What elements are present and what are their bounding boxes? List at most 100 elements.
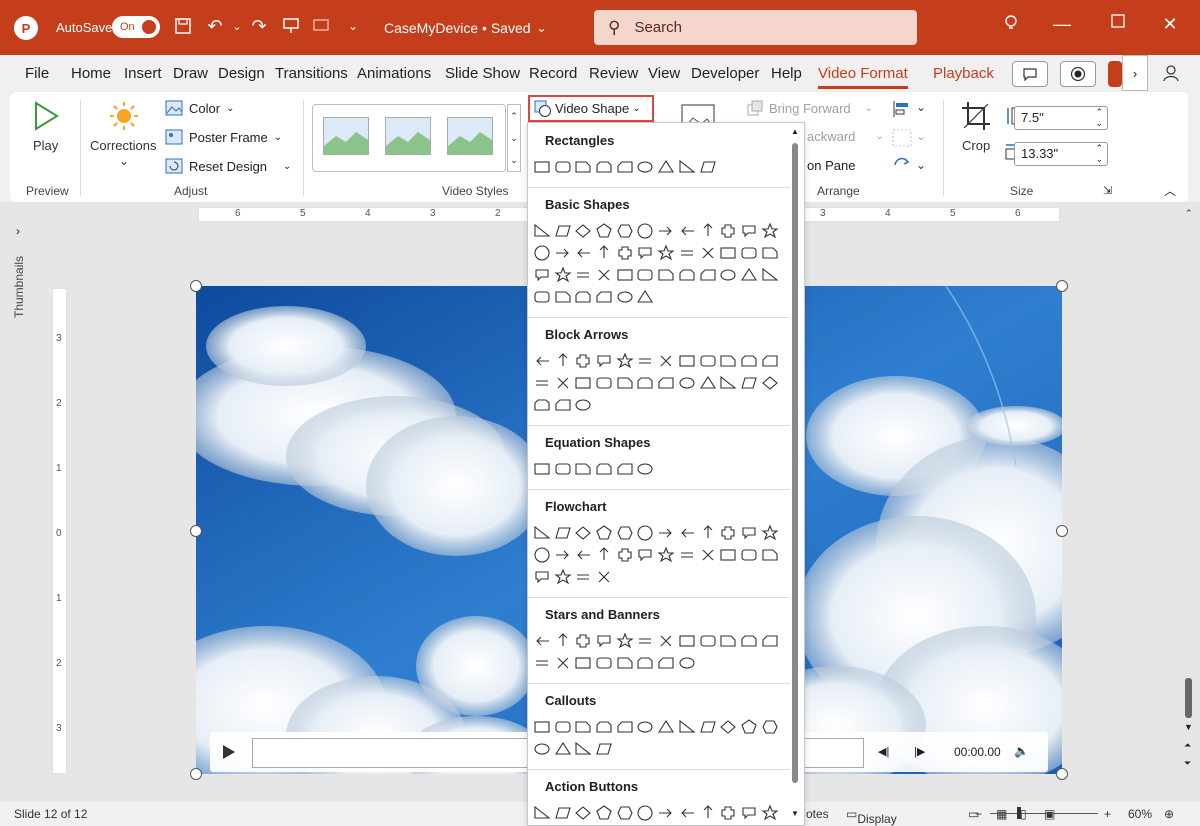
color-button[interactable]: Color ⌄	[165, 100, 234, 116]
record-icon[interactable]	[1060, 61, 1096, 87]
shape-option[interactable]	[656, 265, 676, 285]
play-icon[interactable]	[222, 744, 236, 763]
size-dialog-launcher-icon[interactable]: ⇲	[1103, 184, 1112, 197]
shape-option[interactable]	[594, 545, 614, 565]
zoom-level[interactable]: 60%	[1128, 807, 1152, 821]
shape-option[interactable]	[760, 351, 780, 371]
shape-option[interactable]	[594, 287, 614, 307]
shape-option[interactable]	[635, 523, 655, 543]
shape-option[interactable]	[532, 351, 552, 371]
shape-option[interactable]	[532, 243, 552, 263]
crop-button[interactable]: Crop	[962, 138, 990, 153]
shape-option[interactable]	[615, 631, 635, 651]
display-settings-button[interactable]: ▭ Display Settings	[846, 807, 897, 826]
shape-option[interactable]	[718, 803, 738, 823]
shape-option[interactable]	[677, 717, 697, 737]
selection-pane-button[interactable]: on Pane	[807, 158, 855, 173]
shape-option[interactable]	[656, 221, 676, 241]
minimize-icon[interactable]: —	[1048, 14, 1076, 35]
tab-design[interactable]: Design	[218, 65, 265, 82]
shape-option[interactable]	[698, 373, 718, 393]
shape-option[interactable]	[532, 395, 552, 415]
tab-home[interactable]: Home	[71, 65, 111, 82]
shape-option[interactable]	[532, 221, 552, 241]
corrections-button[interactable]: Corrections	[90, 138, 156, 153]
lightbulb-icon[interactable]	[997, 14, 1025, 32]
shape-option[interactable]	[573, 653, 593, 673]
shape-option[interactable]	[615, 265, 635, 285]
shape-option[interactable]	[532, 653, 552, 673]
shape-option[interactable]	[739, 631, 759, 651]
shape-option[interactable]	[760, 221, 780, 241]
shape-option[interactable]	[760, 523, 780, 543]
shape-option[interactable]	[656, 523, 676, 543]
chevron-down-icon[interactable]: ⌄	[119, 154, 129, 168]
shape-option[interactable]	[677, 523, 697, 543]
shape-option[interactable]	[718, 221, 738, 241]
zoom-in-icon[interactable]: +	[1104, 807, 1111, 821]
shape-option[interactable]	[594, 459, 614, 479]
shape-option[interactable]	[615, 373, 635, 393]
shape-option[interactable]	[677, 803, 697, 823]
shape-option[interactable]	[635, 717, 655, 737]
shape-option[interactable]	[594, 739, 614, 759]
shape-option[interactable]	[532, 567, 552, 587]
shape-option[interactable]	[677, 653, 697, 673]
shape-option[interactable]	[532, 287, 552, 307]
slideshow-icon[interactable]	[310, 15, 332, 37]
gallery-scroll[interactable]: ⌃ ⌄ ⌄	[507, 104, 521, 172]
shape-option[interactable]	[698, 545, 718, 565]
fit-to-window-icon[interactable]: ⊕	[1164, 807, 1174, 821]
shape-option[interactable]	[573, 287, 593, 307]
shape-option[interactable]	[760, 631, 780, 651]
shape-option[interactable]	[573, 459, 593, 479]
shape-option[interactable]	[698, 265, 718, 285]
video-style-thumb[interactable]	[323, 117, 369, 155]
shape-option[interactable]	[615, 545, 635, 565]
shape-option[interactable]	[532, 631, 552, 651]
shape-option[interactable]	[677, 243, 697, 263]
play-button[interactable]: Play	[33, 138, 58, 153]
shape-option[interactable]	[594, 653, 614, 673]
height-input[interactable]: 7.5" ⌃ ⌄	[1014, 106, 1108, 130]
slideshow-view-icon[interactable]: ▣	[1044, 807, 1055, 821]
present-icon[interactable]	[280, 15, 302, 37]
shape-option[interactable]	[635, 265, 655, 285]
tab-slide-show[interactable]: Slide Show	[445, 65, 520, 82]
shape-option[interactable]	[594, 523, 614, 543]
video-shape-button[interactable]: Video Shape ⌄	[528, 95, 654, 122]
align-dropdown-icon[interactable]: ⌄	[916, 100, 926, 114]
shape-option[interactable]	[718, 631, 738, 651]
shape-option[interactable]	[573, 717, 593, 737]
tab-playback[interactable]: Playback	[933, 65, 994, 82]
shape-option[interactable]	[553, 523, 573, 543]
shape-option[interactable]	[615, 157, 635, 177]
shape-option[interactable]	[760, 545, 780, 565]
shape-option[interactable]	[739, 221, 759, 241]
customize-toolbar-icon[interactable]: ⌄	[342, 15, 364, 37]
shape-option[interactable]	[594, 243, 614, 263]
shape-option[interactable]	[594, 265, 614, 285]
shape-option[interactable]	[739, 373, 759, 393]
undo-icon[interactable]: ↶	[204, 15, 226, 37]
shape-option[interactable]	[635, 373, 655, 393]
shape-option[interactable]	[677, 373, 697, 393]
ribbon-overflow-icon[interactable]: ›	[1122, 55, 1148, 91]
shape-option[interactable]	[615, 803, 635, 823]
send-backward-button[interactable]: ackward ⌄	[807, 129, 884, 144]
tab-help[interactable]: Help	[771, 65, 802, 82]
resize-handle[interactable]	[1056, 525, 1068, 537]
shape-option[interactable]	[656, 157, 676, 177]
shape-option[interactable]	[698, 221, 718, 241]
shape-option[interactable]	[656, 373, 676, 393]
shape-option[interactable]	[573, 395, 593, 415]
shape-option[interactable]	[615, 653, 635, 673]
tab-view[interactable]: View	[648, 65, 680, 82]
shape-option[interactable]	[553, 221, 573, 241]
expand-thumbnails-icon[interactable]: ›	[16, 224, 20, 238]
shape-option[interactable]	[615, 221, 635, 241]
play-icon[interactable]	[32, 100, 60, 135]
crop-icon[interactable]	[960, 100, 992, 135]
shape-option[interactable]	[532, 373, 552, 393]
shape-option[interactable]	[594, 157, 614, 177]
